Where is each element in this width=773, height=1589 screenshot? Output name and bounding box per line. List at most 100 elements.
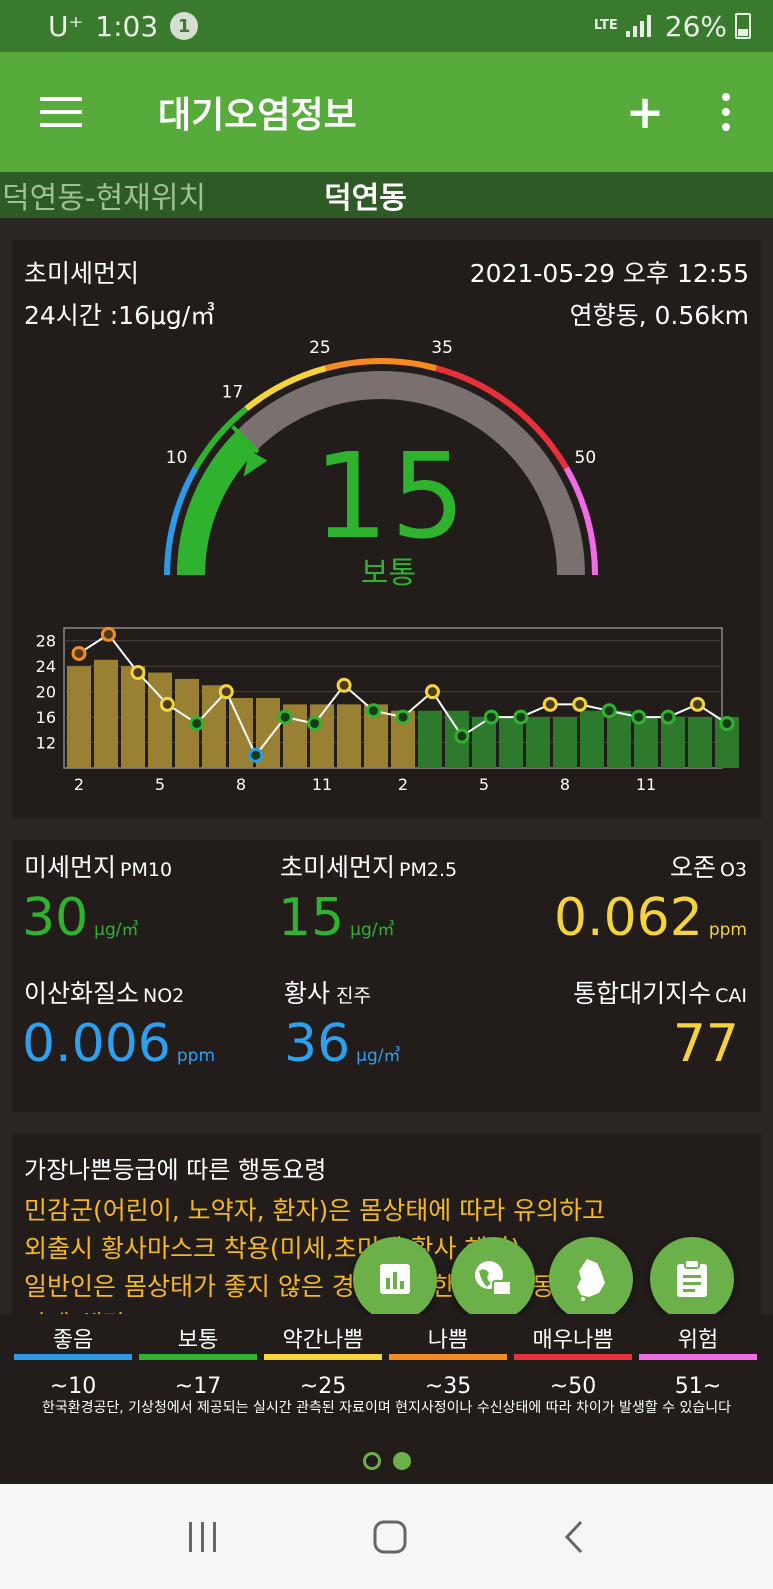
line-point bbox=[277, 709, 293, 725]
y-tick-label: 16 bbox=[36, 708, 56, 727]
line-point bbox=[454, 728, 470, 744]
legend-normal: 보통 ~17 bbox=[137, 1314, 259, 1399]
line-point bbox=[631, 709, 647, 725]
line-point bbox=[719, 715, 735, 731]
chart-bar bbox=[553, 717, 577, 768]
globe-chat-icon bbox=[475, 1261, 512, 1296]
y-tick-label: 28 bbox=[36, 632, 56, 651]
location-tabs: 덕연동-현재위치 덕연동 bbox=[0, 172, 773, 218]
chart-bar bbox=[580, 710, 604, 768]
status-bar: U⁺ 1:03 1 LTE 26% bbox=[0, 0, 773, 52]
home-icon[interactable] bbox=[372, 1519, 408, 1555]
chart-bar bbox=[337, 704, 361, 768]
chart-bar bbox=[121, 666, 145, 768]
dust-label: 황사 진주 bbox=[284, 979, 371, 1008]
page-indicator bbox=[0, 1452, 773, 1470]
signal-icon bbox=[625, 15, 651, 37]
y-tick-label: 12 bbox=[36, 734, 56, 753]
legend-bad: 나쁨 ~35 bbox=[387, 1314, 509, 1399]
hourly-chart: 12 16 20 24 28 2 5 8 11 2 5 8 11 bbox=[36, 626, 739, 794]
y-tick-label: 24 bbox=[36, 657, 56, 676]
gauge-tick-label: 25 bbox=[309, 338, 331, 358]
pm25-value: 15 μg/㎥ bbox=[278, 888, 395, 948]
battery-percent: 26% bbox=[664, 9, 727, 43]
chart-bar bbox=[94, 659, 118, 768]
chart-bar bbox=[526, 717, 550, 768]
x-tick-label: 8 bbox=[236, 775, 246, 794]
y-tick-label: 20 bbox=[36, 683, 56, 702]
chart-bar bbox=[472, 717, 496, 768]
line-point bbox=[660, 709, 676, 725]
chart-bar bbox=[607, 710, 631, 768]
line-point bbox=[159, 696, 175, 712]
chart-bar bbox=[661, 717, 685, 768]
line-point bbox=[307, 715, 323, 731]
chart-bar bbox=[499, 717, 523, 768]
chart-bar bbox=[418, 710, 442, 768]
chart-bar bbox=[634, 717, 658, 768]
menu-icon[interactable] bbox=[40, 97, 82, 127]
line-point bbox=[483, 709, 499, 725]
more-options-icon[interactable] bbox=[721, 93, 731, 131]
chart-button[interactable] bbox=[353, 1237, 437, 1321]
korea-map-button[interactable] bbox=[549, 1237, 633, 1321]
data-source-notice: 한국환경공단, 기상청에서 제공되는 실시간 관측된 자료이며 현지사정이나 수… bbox=[42, 1400, 731, 1416]
legend-hazard: 위험 51~ bbox=[637, 1314, 759, 1399]
notification-count-badge: 1 bbox=[170, 12, 199, 40]
chart-bar bbox=[67, 666, 91, 768]
app-title: 대기오염정보 bbox=[158, 95, 357, 136]
tab-current-location[interactable]: 덕연동-현재위치 bbox=[2, 173, 206, 217]
pm10-label: 미세먼지 PM10 bbox=[24, 853, 173, 882]
tab-location[interactable]: 덕연동 bbox=[324, 173, 407, 217]
x-tick-label: 8 bbox=[560, 775, 570, 794]
cai-label: 통합대기지수 CAI bbox=[573, 979, 747, 1008]
cai-value: 77 bbox=[672, 1014, 739, 1074]
line-point bbox=[424, 684, 440, 700]
line-point bbox=[100, 626, 116, 642]
page-dot-1[interactable] bbox=[362, 1452, 381, 1470]
legend-good: 좋음 ~10 bbox=[12, 1314, 134, 1399]
legend-fair: 약간나쁨 ~25 bbox=[262, 1314, 384, 1399]
globe-chat-button[interactable] bbox=[451, 1237, 535, 1321]
clipboard-button[interactable] bbox=[650, 1237, 734, 1321]
gauge-tick-label: 35 bbox=[431, 338, 453, 358]
line-point bbox=[71, 645, 87, 661]
battery-icon bbox=[735, 13, 751, 39]
line-point bbox=[542, 696, 558, 712]
chart-icon bbox=[380, 1264, 410, 1294]
pm25-label: 초미세먼지 PM2.5 bbox=[280, 853, 458, 882]
line-point bbox=[336, 677, 352, 693]
system-nav-bar bbox=[0, 1484, 773, 1589]
dust-value: 36 μg/㎥ bbox=[284, 1014, 401, 1074]
line-point bbox=[218, 684, 234, 700]
x-tick-label: 11 bbox=[312, 775, 332, 794]
lte-icon: LTE bbox=[593, 18, 618, 33]
carrier-label: U⁺ bbox=[48, 9, 84, 43]
o3-value: 0.062 ppm bbox=[553, 888, 747, 948]
korea-map-icon bbox=[577, 1259, 605, 1301]
o3-label: 오존 O3 bbox=[669, 853, 747, 882]
gauge-outer-bad bbox=[324, 358, 438, 372]
line-point bbox=[601, 703, 617, 719]
grade-legend: 좋음 ~10 보통 ~17 약간나쁨 ~25 나쁨 ~35 매우나쁨 ~50 위험 51~ … bbox=[0, 1314, 773, 1484]
gauge-value: 15 bbox=[313, 427, 468, 565]
x-tick-label: 2 bbox=[398, 775, 408, 794]
x-tick-label: 5 bbox=[155, 775, 165, 794]
back-icon[interactable] bbox=[561, 1519, 587, 1555]
clock: 1:03 bbox=[95, 9, 159, 43]
guide-title: 가장나쁜등급에 따른 행동요령 bbox=[24, 1156, 327, 1184]
line-point bbox=[248, 747, 264, 763]
x-tick-label: 11 bbox=[636, 775, 656, 794]
no2-label: 이산화질소 NO2 bbox=[24, 979, 185, 1008]
gauge-tick-label: 17 bbox=[222, 383, 244, 403]
line-point bbox=[395, 709, 411, 725]
measurements-card: 미세먼지 PM10 30 μg/㎥ 초미세먼지 PM2.5 15 μg/㎥ 오존 O3 0… bbox=[12, 840, 761, 1112]
x-tick-label: 5 bbox=[479, 775, 489, 794]
recent-apps-icon[interactable] bbox=[187, 1520, 219, 1554]
clipboard-icon bbox=[677, 1259, 707, 1297]
line-point bbox=[130, 665, 146, 681]
line-point bbox=[513, 709, 529, 725]
line-point bbox=[690, 696, 706, 712]
add-location-button[interactable]: + bbox=[625, 85, 665, 139]
page-dot-2[interactable] bbox=[392, 1452, 411, 1470]
